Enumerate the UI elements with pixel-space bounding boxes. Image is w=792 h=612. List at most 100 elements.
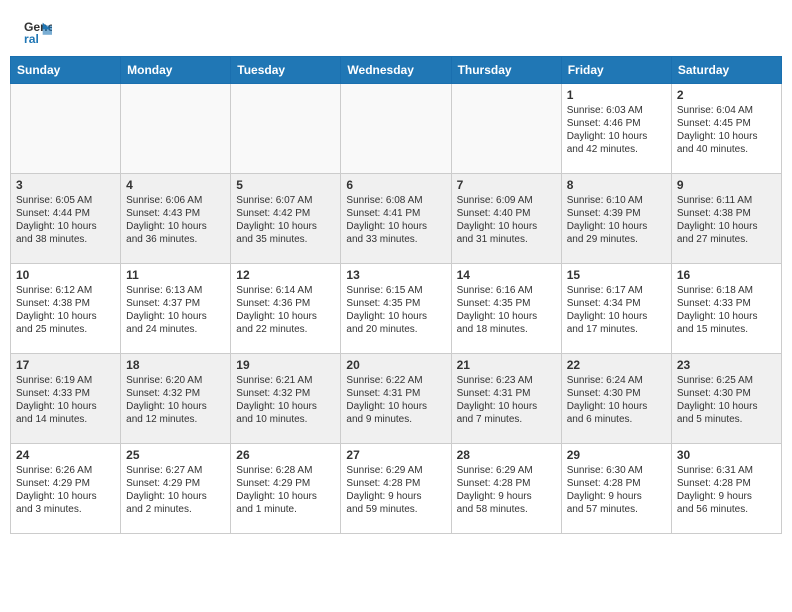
- day-number: 7: [457, 178, 556, 192]
- day-number: 18: [126, 358, 225, 372]
- day-info: Daylight: 10 hours: [677, 400, 776, 413]
- day-number: 21: [457, 358, 556, 372]
- day-info: Sunrise: 6:15 AM: [346, 284, 445, 297]
- day-info: and 3 minutes.: [16, 503, 115, 516]
- day-info: and 59 minutes.: [346, 503, 445, 516]
- day-info: and 7 minutes.: [457, 413, 556, 426]
- day-info: Sunset: 4:33 PM: [16, 387, 115, 400]
- day-info: Sunset: 4:31 PM: [457, 387, 556, 400]
- week-row-3: 10Sunrise: 6:12 AMSunset: 4:38 PMDayligh…: [11, 264, 782, 354]
- day-number: 5: [236, 178, 335, 192]
- week-row-4: 17Sunrise: 6:19 AMSunset: 4:33 PMDayligh…: [11, 354, 782, 444]
- day-info: Daylight: 10 hours: [126, 490, 225, 503]
- day-info: and 24 minutes.: [126, 323, 225, 336]
- day-info: Daylight: 10 hours: [677, 310, 776, 323]
- day-info: Sunset: 4:35 PM: [346, 297, 445, 310]
- day-info: Sunrise: 6:14 AM: [236, 284, 335, 297]
- day-cell: 21Sunrise: 6:23 AMSunset: 4:31 PMDayligh…: [451, 354, 561, 444]
- day-info: and 9 minutes.: [346, 413, 445, 426]
- day-cell: 26Sunrise: 6:28 AMSunset: 4:29 PMDayligh…: [231, 444, 341, 534]
- svg-text:ral: ral: [24, 32, 39, 46]
- day-info: Sunset: 4:37 PM: [126, 297, 225, 310]
- day-info: and 25 minutes.: [16, 323, 115, 336]
- day-info: Sunset: 4:28 PM: [677, 477, 776, 490]
- day-info: Daylight: 10 hours: [567, 130, 666, 143]
- day-number: 3: [16, 178, 115, 192]
- day-info: Daylight: 10 hours: [16, 220, 115, 233]
- day-cell: 4Sunrise: 6:06 AMSunset: 4:43 PMDaylight…: [121, 174, 231, 264]
- day-info: Sunset: 4:41 PM: [346, 207, 445, 220]
- day-info: Sunset: 4:30 PM: [567, 387, 666, 400]
- day-info: Daylight: 10 hours: [16, 310, 115, 323]
- day-info: and 35 minutes.: [236, 233, 335, 246]
- day-info: Daylight: 10 hours: [16, 490, 115, 503]
- weekday-wednesday: Wednesday: [341, 57, 451, 84]
- weekday-header-row: SundayMondayTuesdayWednesdayThursdayFrid…: [11, 57, 782, 84]
- day-info: Daylight: 10 hours: [677, 220, 776, 233]
- day-cell: 29Sunrise: 6:30 AMSunset: 4:28 PMDayligh…: [561, 444, 671, 534]
- day-info: Sunrise: 6:29 AM: [457, 464, 556, 477]
- week-row-1: 1Sunrise: 6:03 AMSunset: 4:46 PMDaylight…: [11, 84, 782, 174]
- day-info: Sunset: 4:46 PM: [567, 117, 666, 130]
- day-info: Daylight: 10 hours: [126, 220, 225, 233]
- day-info: Sunrise: 6:27 AM: [126, 464, 225, 477]
- day-info: Daylight: 9 hours: [677, 490, 776, 503]
- day-cell: [341, 84, 451, 174]
- calendar-header: SundayMondayTuesdayWednesdayThursdayFrid…: [11, 57, 782, 84]
- day-cell: 17Sunrise: 6:19 AMSunset: 4:33 PMDayligh…: [11, 354, 121, 444]
- day-info: and 18 minutes.: [457, 323, 556, 336]
- day-info: Sunrise: 6:04 AM: [677, 104, 776, 117]
- day-info: Sunrise: 6:05 AM: [16, 194, 115, 207]
- day-info: Sunrise: 6:29 AM: [346, 464, 445, 477]
- day-info: Daylight: 10 hours: [236, 310, 335, 323]
- day-info: Sunset: 4:43 PM: [126, 207, 225, 220]
- day-info: and 5 minutes.: [677, 413, 776, 426]
- day-info: Daylight: 10 hours: [126, 310, 225, 323]
- weekday-sunday: Sunday: [11, 57, 121, 84]
- day-number: 9: [677, 178, 776, 192]
- day-number: 13: [346, 268, 445, 282]
- day-cell: 28Sunrise: 6:29 AMSunset: 4:28 PMDayligh…: [451, 444, 561, 534]
- day-number: 8: [567, 178, 666, 192]
- day-info: Daylight: 9 hours: [457, 490, 556, 503]
- day-info: Daylight: 10 hours: [457, 400, 556, 413]
- day-info: and 29 minutes.: [567, 233, 666, 246]
- day-number: 22: [567, 358, 666, 372]
- day-number: 2: [677, 88, 776, 102]
- day-info: and 27 minutes.: [677, 233, 776, 246]
- week-row-5: 24Sunrise: 6:26 AMSunset: 4:29 PMDayligh…: [11, 444, 782, 534]
- day-info: Sunrise: 6:21 AM: [236, 374, 335, 387]
- day-info: and 42 minutes.: [567, 143, 666, 156]
- day-info: Sunset: 4:29 PM: [126, 477, 225, 490]
- day-number: 16: [677, 268, 776, 282]
- day-number: 27: [346, 448, 445, 462]
- day-info: Daylight: 10 hours: [236, 220, 335, 233]
- day-number: 20: [346, 358, 445, 372]
- weekday-thursday: Thursday: [451, 57, 561, 84]
- day-number: 29: [567, 448, 666, 462]
- day-cell: [11, 84, 121, 174]
- day-cell: 19Sunrise: 6:21 AMSunset: 4:32 PMDayligh…: [231, 354, 341, 444]
- day-number: 10: [16, 268, 115, 282]
- day-info: Sunrise: 6:08 AM: [346, 194, 445, 207]
- day-info: and 14 minutes.: [16, 413, 115, 426]
- day-cell: 16Sunrise: 6:18 AMSunset: 4:33 PMDayligh…: [671, 264, 781, 354]
- day-info: Sunrise: 6:19 AM: [16, 374, 115, 387]
- logo: Gene ral: [24, 18, 54, 46]
- day-info: Daylight: 10 hours: [236, 490, 335, 503]
- logo-icon: Gene ral: [24, 18, 52, 46]
- day-info: and 10 minutes.: [236, 413, 335, 426]
- day-info: Daylight: 10 hours: [567, 220, 666, 233]
- day-info: Sunrise: 6:03 AM: [567, 104, 666, 117]
- day-info: and 22 minutes.: [236, 323, 335, 336]
- day-cell: 7Sunrise: 6:09 AMSunset: 4:40 PMDaylight…: [451, 174, 561, 264]
- day-info: Sunrise: 6:13 AM: [126, 284, 225, 297]
- day-info: Sunset: 4:38 PM: [16, 297, 115, 310]
- day-cell: 25Sunrise: 6:27 AMSunset: 4:29 PMDayligh…: [121, 444, 231, 534]
- day-info: Sunrise: 6:18 AM: [677, 284, 776, 297]
- day-info: and 38 minutes.: [16, 233, 115, 246]
- day-info: Sunset: 4:30 PM: [677, 387, 776, 400]
- day-number: 30: [677, 448, 776, 462]
- weekday-friday: Friday: [561, 57, 671, 84]
- day-cell: 1Sunrise: 6:03 AMSunset: 4:46 PMDaylight…: [561, 84, 671, 174]
